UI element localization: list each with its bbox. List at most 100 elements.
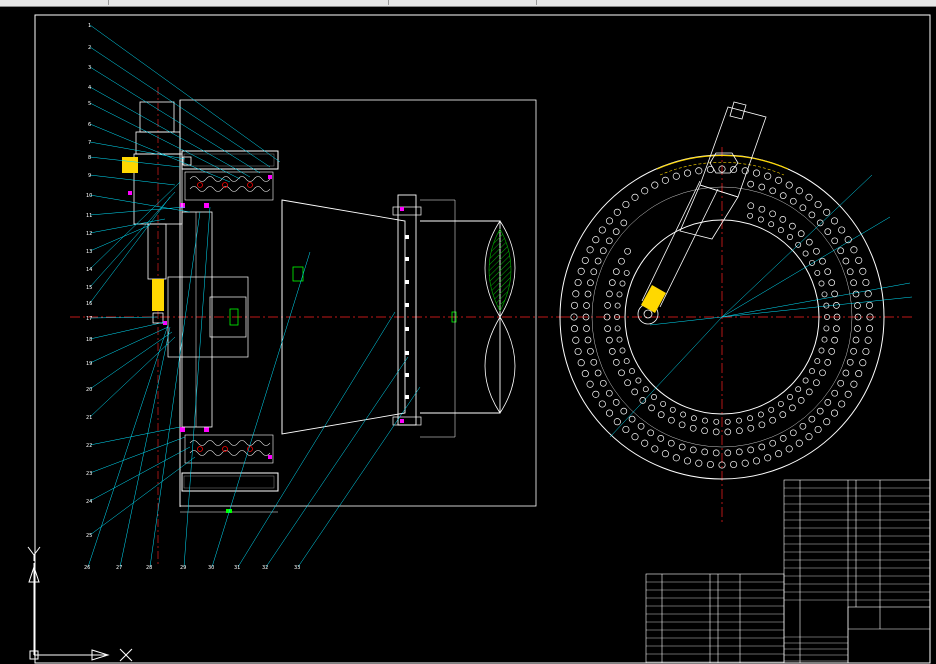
bolt-hole bbox=[619, 280, 626, 287]
bolt-hole bbox=[813, 379, 820, 387]
bolt-hole bbox=[629, 368, 635, 375]
bolt-hole bbox=[583, 325, 590, 332]
bolt-hole bbox=[618, 257, 625, 265]
bolt-hole bbox=[809, 368, 815, 375]
bolt-hole bbox=[724, 418, 731, 425]
bolt-hole bbox=[838, 226, 846, 234]
bolt-hole bbox=[758, 443, 766, 451]
bolt-hole bbox=[651, 445, 659, 453]
bolt-hole bbox=[619, 347, 626, 354]
bolt-hole bbox=[818, 280, 825, 287]
balloon-label: 32 bbox=[262, 565, 268, 571]
balloon-label: 14 bbox=[86, 267, 92, 273]
bolt-hole bbox=[730, 460, 738, 469]
balloon-label: 12 bbox=[86, 231, 92, 237]
drawing-canvas[interactable]: 1 2 3 4 5 6 7 8 9 10 11 12 13 14 15 16 1… bbox=[0, 7, 936, 664]
bolt-hole bbox=[701, 448, 709, 456]
bolt-hole bbox=[862, 278, 870, 287]
bolt-hole bbox=[706, 460, 714, 469]
balloon-label: 16 bbox=[86, 301, 92, 307]
bolt-hole bbox=[816, 219, 824, 227]
window-title-strip bbox=[0, 0, 936, 7]
bolt-hole bbox=[823, 418, 831, 426]
bolt-hole bbox=[577, 359, 585, 367]
bolt-hole bbox=[583, 302, 590, 309]
bolt-hole bbox=[779, 192, 787, 199]
bolt-hole bbox=[612, 399, 620, 406]
bolt-hole bbox=[802, 377, 809, 384]
bolt-hole bbox=[624, 379, 631, 387]
bolt-hole bbox=[846, 268, 854, 276]
bolt-hole bbox=[769, 187, 777, 195]
bolt-hole bbox=[660, 400, 667, 407]
bolt-hole bbox=[637, 422, 645, 430]
bolt-hole bbox=[669, 406, 676, 413]
bolt-hole bbox=[616, 291, 623, 298]
bolt-hole bbox=[850, 246, 858, 254]
bolt-hole bbox=[789, 222, 796, 230]
bolt-hole bbox=[775, 450, 783, 458]
bolt-hole bbox=[672, 172, 680, 180]
bolt-hole bbox=[808, 415, 816, 423]
bolt-hole bbox=[862, 347, 870, 356]
balloon-label: 21 bbox=[86, 415, 92, 421]
bolt-hole bbox=[614, 325, 621, 332]
slewing-ring-front-view bbox=[559, 101, 913, 522]
bolt-hole bbox=[641, 439, 649, 447]
bolt-hole bbox=[818, 347, 825, 354]
bolt-hole bbox=[842, 369, 850, 377]
bolt-hole bbox=[651, 181, 659, 189]
balloon-label: 9 bbox=[88, 173, 91, 179]
bolt-hole bbox=[805, 433, 813, 441]
balloon-label: 27 bbox=[116, 565, 122, 571]
bolt-hole bbox=[574, 278, 582, 287]
balloon-label: 17 bbox=[86, 316, 92, 322]
bolt-hole bbox=[830, 217, 839, 225]
bolt-hole bbox=[572, 290, 580, 298]
bolt-hole bbox=[612, 359, 620, 366]
bolt-hole bbox=[814, 425, 822, 434]
bolt-hole bbox=[795, 187, 803, 195]
bolt-hole bbox=[572, 336, 580, 344]
parts-list-table bbox=[645, 479, 931, 664]
bolt-hole bbox=[608, 279, 616, 286]
bolt-hole bbox=[594, 257, 602, 265]
bolt-hole bbox=[799, 422, 807, 430]
bolt-hole bbox=[592, 236, 600, 244]
bolt-hole bbox=[594, 369, 602, 377]
bolt-hole bbox=[680, 411, 687, 418]
bolt-hole bbox=[618, 369, 625, 377]
bolt-hole bbox=[641, 187, 649, 195]
balloon-label: 7 bbox=[88, 140, 91, 146]
bolt-hole bbox=[620, 407, 628, 415]
balloon-label: 18 bbox=[86, 337, 92, 343]
bolt-hole bbox=[757, 411, 764, 418]
bolt-hole bbox=[608, 348, 616, 355]
bolt-hole bbox=[647, 429, 655, 437]
bolt-hole bbox=[701, 427, 708, 435]
bolt-hole bbox=[598, 400, 606, 408]
bolt-hole bbox=[689, 424, 697, 432]
bolt-hole bbox=[752, 169, 761, 177]
bolt-hole bbox=[623, 358, 630, 365]
bolt-hole bbox=[855, 256, 863, 264]
bolt-hole bbox=[816, 407, 824, 415]
bolt-hole bbox=[587, 347, 594, 355]
bolt-hole bbox=[605, 237, 613, 245]
bolt-hole bbox=[672, 454, 680, 462]
bolt-hole bbox=[779, 435, 787, 442]
bolt-hole bbox=[797, 397, 805, 404]
bolt-hole bbox=[651, 394, 657, 400]
bolt-hole bbox=[831, 237, 839, 245]
bolt-hole bbox=[661, 450, 669, 458]
bolt-hole bbox=[852, 290, 860, 298]
bolt-hole bbox=[695, 459, 703, 467]
bolt-hole bbox=[813, 247, 820, 255]
balloon-labels-left: 1 2 3 4 5 6 7 8 9 10 11 12 13 14 15 16 1… bbox=[86, 23, 92, 539]
bolt-hole bbox=[667, 439, 675, 447]
bolt-hole bbox=[821, 336, 828, 343]
bolt-hole bbox=[570, 325, 579, 333]
bolt-hole bbox=[599, 247, 607, 255]
bolt-hole bbox=[606, 290, 613, 298]
bolt-hole bbox=[628, 415, 636, 423]
